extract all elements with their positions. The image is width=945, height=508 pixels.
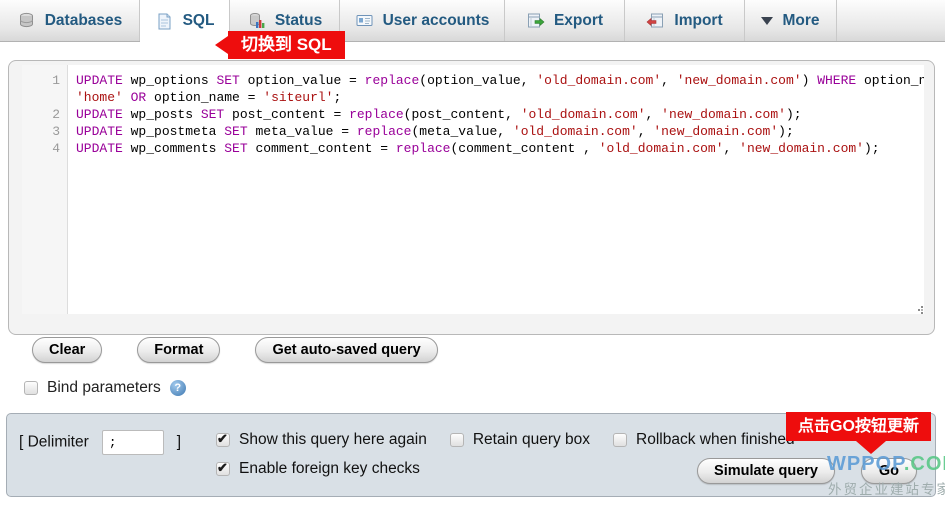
tab-label: More xyxy=(782,12,819,30)
chevron-down-icon xyxy=(761,17,773,31)
sql-code-row: 'home' OR option_name = 'siteurl'; xyxy=(76,89,924,106)
line-number: 3 xyxy=(22,123,60,140)
tab-label: Status xyxy=(275,12,322,30)
export-icon xyxy=(526,11,545,30)
textarea-resize-handle[interactable] xyxy=(913,302,924,313)
delimiter-prefix-label: [ Delimiter xyxy=(19,434,89,451)
line-number: 1 xyxy=(22,72,60,89)
option-show-this-query-here-again: Show this query here again xyxy=(216,431,427,449)
delimiter-group: [ Delimiter] xyxy=(19,430,181,455)
sql-query-box: 1 234 UPDATE wp_options SET option_value … xyxy=(8,60,935,335)
option-label[interactable]: Enable foreign key checks xyxy=(239,460,420,478)
sql-code-area[interactable]: UPDATE wp_options SET option_value = rep… xyxy=(68,65,924,314)
line-number: 4 xyxy=(22,140,60,157)
show-this-query-here-again-checkbox[interactable] xyxy=(216,433,230,447)
tab-export[interactable]: Export xyxy=(505,0,625,41)
tab-user-accounts[interactable]: User accounts xyxy=(340,0,505,41)
option-label[interactable]: Rollback when finished xyxy=(636,431,795,449)
clear-button[interactable]: Clear xyxy=(32,337,102,363)
simulate-query-button[interactable]: Simulate query xyxy=(697,458,835,484)
bind-parameters-checkbox[interactable] xyxy=(24,381,38,395)
bind-parameters-label[interactable]: Bind parameters xyxy=(47,379,161,397)
option-label[interactable]: Retain query box xyxy=(473,431,590,449)
switch-to-sql-callout: 切换到 SQL xyxy=(228,31,345,59)
get-auto-saved-query-button[interactable]: Get auto-saved query xyxy=(255,337,437,363)
sql-query-editor[interactable]: 1 234 UPDATE wp_options SET option_value … xyxy=(22,65,924,314)
status-icon xyxy=(247,11,266,30)
tab-label: Databases xyxy=(45,12,123,30)
tab-more[interactable]: More xyxy=(745,0,837,41)
option-label[interactable]: Show this query here again xyxy=(239,431,427,449)
line-number: 2 xyxy=(22,106,60,123)
line-number-gutter: 1 234 xyxy=(22,65,68,314)
click-go-callout: 点击GO按钮更新 xyxy=(786,412,931,441)
tab-bar: Databases SQL Status User accounts Export Imp… xyxy=(0,0,945,42)
tab-label: SQL xyxy=(183,12,215,30)
tab-import[interactable]: Import xyxy=(625,0,745,41)
resize-grip-icon xyxy=(913,304,924,315)
bind-parameters-row: Bind parameters ? xyxy=(24,379,186,397)
option-retain-query-box: Retain query box xyxy=(450,431,590,449)
query-toolbar: Clear Format Get auto-saved query xyxy=(32,337,438,363)
tab-label: User accounts xyxy=(383,12,490,30)
go-button[interactable]: Go xyxy=(861,458,917,484)
option-rollback-when-finished: Rollback when finished xyxy=(613,431,795,449)
user-accounts-icon xyxy=(355,11,374,30)
help-icon[interactable]: ? xyxy=(170,380,186,396)
option-enable-foreign-key-checks: Enable foreign key checks xyxy=(216,460,420,478)
line-number xyxy=(22,89,60,106)
tab-databases[interactable]: Databases xyxy=(0,0,140,41)
sql-code-row: UPDATE wp_options SET option_value = rep… xyxy=(76,72,924,89)
import-icon xyxy=(646,11,665,30)
options-row-1: Show this query here again Retain query b… xyxy=(216,431,795,449)
retain-query-box-checkbox[interactable] xyxy=(450,433,464,447)
format-button[interactable]: Format xyxy=(137,337,220,363)
rollback-when-finished-checkbox[interactable] xyxy=(613,433,627,447)
options-row-2: Enable foreign key checks xyxy=(216,460,420,478)
database-icon xyxy=(17,11,36,30)
sql-code-row: UPDATE wp_posts SET post_content = repla… xyxy=(76,106,924,123)
tab-label: Import xyxy=(674,12,722,30)
delimiter-input[interactable] xyxy=(102,430,164,455)
sql-code-row: UPDATE wp_postmeta SET meta_value = repl… xyxy=(76,123,924,140)
sql-icon xyxy=(155,12,174,31)
enable-foreign-key-checks-checkbox[interactable] xyxy=(216,462,230,476)
delimiter-suffix-label: ] xyxy=(177,434,181,451)
tab-label: Export xyxy=(554,12,603,30)
sql-code-row: UPDATE wp_comments SET comment_content =… xyxy=(76,140,924,157)
